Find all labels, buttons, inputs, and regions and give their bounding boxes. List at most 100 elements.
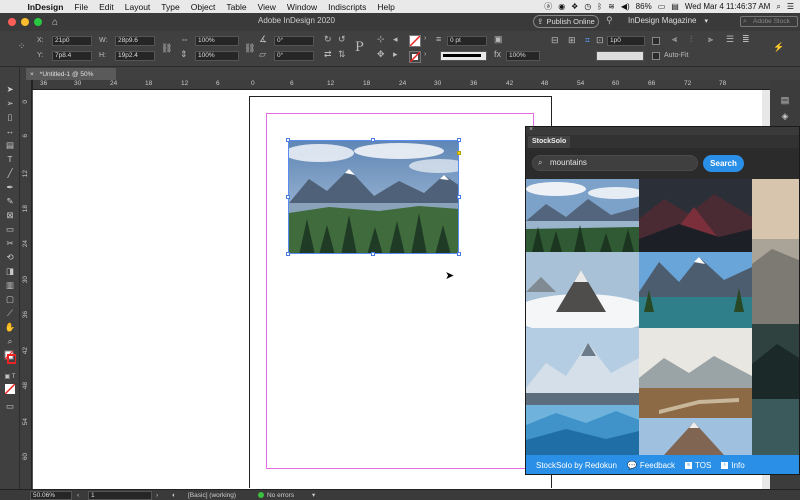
- menu-edit[interactable]: Edit: [94, 2, 120, 12]
- lightbulb-icon[interactable]: ⚲: [606, 15, 613, 26]
- select-container-icon[interactable]: ⊹: [377, 34, 385, 45]
- close-tab-icon[interactable]: ×: [30, 71, 34, 78]
- home-icon[interactable]: ⌂: [52, 17, 58, 28]
- shear-field[interactable]: 0°: [274, 51, 314, 61]
- live-corner-handle[interactable]: [457, 151, 461, 155]
- pages-panel-icon[interactable]: ▤: [779, 94, 791, 106]
- zoom-window-button[interactable]: [34, 18, 42, 26]
- stroke-type-select[interactable]: [440, 51, 487, 61]
- menu-view[interactable]: View: [252, 2, 281, 12]
- width-field[interactable]: 28p9.6: [115, 36, 155, 46]
- vertical-ruler[interactable]: 0 6 12 18 24 30 36 42 48 54 60: [20, 80, 32, 489]
- align-right-icon[interactable]: ⫸: [708, 34, 713, 45]
- frame-fitting-checkbox[interactable]: [652, 37, 660, 45]
- stroke-swatch[interactable]: [409, 51, 421, 63]
- align-left-icon[interactable]: ⫷: [672, 34, 677, 45]
- dropbox-icon[interactable]: ❖: [571, 2, 578, 11]
- result-thumbnail[interactable]: [752, 399, 799, 455]
- gradient-feather-tool-icon[interactable]: ▥: [4, 279, 16, 291]
- object-style-select[interactable]: [596, 51, 644, 61]
- result-thumbnail[interactable]: [639, 328, 752, 418]
- creative-cloud-icon[interactable]: ⓐ: [544, 1, 552, 12]
- drop-shadow-icon[interactable]: ▣: [494, 34, 503, 45]
- horizontal-ruler[interactable]: 36 30 24 18 12 6 0 6 12 18 24 30 36 42 48 54 60 66 72 78: [33, 80, 800, 90]
- volume-icon[interactable]: ◀): [621, 2, 630, 11]
- fill-swatch[interactable]: [409, 35, 421, 47]
- reference-point-icon[interactable]: ⁘: [18, 41, 26, 52]
- next-page-icon[interactable]: ›: [156, 491, 158, 500]
- battery-icon[interactable]: ▭: [658, 2, 666, 11]
- result-thumbnail[interactable]: [639, 179, 752, 252]
- hand-tool-icon[interactable]: ✋: [4, 321, 16, 333]
- result-thumbnail[interactable]: [526, 252, 639, 328]
- direct-selection-tool-icon[interactable]: ➢: [4, 97, 16, 109]
- content-aware-fit-icon[interactable]: ⌗: [585, 35, 590, 46]
- result-thumbnail[interactable]: [526, 328, 639, 405]
- eyedropper-tool-icon[interactable]: ⟋: [4, 307, 16, 319]
- rotate-field[interactable]: 0°: [274, 36, 314, 46]
- page-field[interactable]: 1: [88, 491, 152, 500]
- menu-app-name[interactable]: InDesign: [22, 2, 69, 12]
- minimize-window-button[interactable]: [21, 18, 29, 26]
- x-field[interactable]: 21p0: [52, 36, 92, 46]
- preflight-menu-icon[interactable]: ▾: [312, 491, 315, 500]
- opacity-field[interactable]: 100%: [506, 51, 540, 61]
- result-thumbnail[interactable]: [639, 418, 752, 455]
- flag-icon[interactable]: ▤: [671, 2, 679, 11]
- result-thumbnail[interactable]: [526, 179, 639, 252]
- menu-window[interactable]: Window: [281, 2, 322, 12]
- menu-file[interactable]: File: [69, 2, 94, 12]
- resize-handle-top[interactable]: [371, 138, 375, 142]
- flip-vertical-icon[interactable]: ⇅: [338, 49, 346, 60]
- fill-frame-proportionally-icon[interactable]: ⊞: [568, 35, 576, 46]
- menu-help[interactable]: Help: [372, 2, 400, 12]
- y-field[interactable]: 7p8.4: [52, 51, 92, 61]
- feedback-link[interactable]: 💬 Feedback: [627, 461, 675, 470]
- fit-content-proportionally-icon[interactable]: ⊟: [551, 35, 559, 46]
- auto-fit-checkbox[interactable]: [652, 52, 660, 60]
- publish-online-button[interactable]: ⇪ Publish Online: [533, 15, 599, 28]
- stroke-weight-field[interactable]: 0 pt: [447, 36, 487, 46]
- result-thumbnail[interactable]: [526, 405, 639, 455]
- open-in-window-icon[interactable]: ◐: [172, 491, 176, 500]
- resize-handle-bottom-left[interactable]: [286, 252, 290, 256]
- constrain-scale-icon[interactable]: ⛓: [244, 43, 255, 54]
- constrain-proportions-icon[interactable]: ⛓: [161, 43, 172, 54]
- info-link[interactable]: i Info: [721, 461, 745, 470]
- scale-x-field[interactable]: 100%: [195, 36, 239, 46]
- type-tool-icon[interactable]: T: [4, 153, 16, 165]
- menu-indiscripts[interactable]: Indiscripts: [323, 2, 372, 12]
- fill-menu-icon[interactable]: ›: [424, 35, 426, 42]
- rectangle-tool-icon[interactable]: ▭: [4, 223, 16, 235]
- placed-image-frame[interactable]: [288, 140, 459, 254]
- gradient-swatch-tool-icon[interactable]: ◨: [4, 265, 16, 277]
- menu-clock[interactable]: Wed Mar 4 11:46:37 AM: [685, 2, 771, 11]
- rectangle-frame-tool-icon[interactable]: ⊠: [4, 209, 16, 221]
- free-transform-tool-icon[interactable]: ⟲: [4, 251, 16, 263]
- screen-mode-icon[interactable]: ▭: [4, 400, 16, 412]
- rotate-ccw-icon[interactable]: ↺: [338, 34, 346, 45]
- menu-layout[interactable]: Layout: [119, 2, 156, 12]
- menu-type[interactable]: Type: [156, 2, 185, 12]
- preflight-status[interactable]: No errors: [258, 491, 294, 500]
- pencil-tool-icon[interactable]: ✎: [4, 195, 16, 207]
- stroke-menu-icon[interactable]: ›: [424, 51, 426, 58]
- tos-link[interactable]: ≡ TOS: [685, 461, 711, 470]
- spotlight-icon[interactable]: ⌕: [776, 2, 780, 12]
- result-thumbnail[interactable]: [639, 252, 752, 328]
- flip-horizontal-icon[interactable]: ⇄: [324, 49, 332, 60]
- resize-handle-left[interactable]: [286, 195, 290, 199]
- line-tool-icon[interactable]: ╱: [4, 167, 16, 179]
- quick-apply-icon[interactable]: ⚡: [773, 42, 784, 53]
- effects-icon[interactable]: fx: [494, 49, 501, 59]
- gap-tool-icon[interactable]: ↔: [4, 125, 16, 137]
- result-thumbnail[interactable]: [752, 324, 799, 399]
- scale-y-field[interactable]: 100%: [195, 51, 239, 61]
- select-previous-icon[interactable]: ◂: [393, 34, 398, 45]
- adobe-stock-search[interactable]: ⌕ Adobe Stock: [740, 16, 798, 27]
- stocksolo-brand[interactable]: StockSolo by Redokun: [536, 461, 617, 470]
- panel-menu-icon[interactable]: ≣: [742, 34, 750, 45]
- zoom-field[interactable]: 50.06%: [30, 491, 72, 500]
- align-center-icon[interactable]: ⫶: [690, 34, 692, 45]
- resize-handle-bottom-right[interactable]: [457, 252, 461, 256]
